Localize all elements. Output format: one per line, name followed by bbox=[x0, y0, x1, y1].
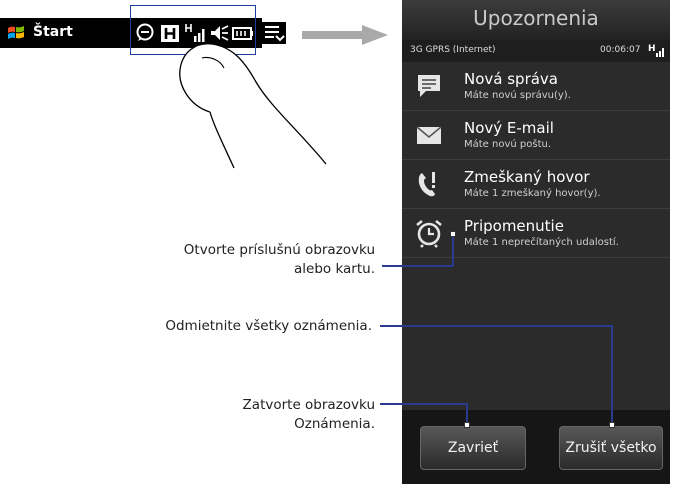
close-button[interactable]: Zavrieť bbox=[420, 426, 526, 470]
callout-close-line1: Zatvorte obrazovku bbox=[242, 397, 375, 413]
svg-text:H: H bbox=[648, 44, 656, 54]
item-subtitle: Máte 1 zmeškaný hovor(y). bbox=[464, 188, 601, 199]
status-row: 3G GPRS (Internet) 00:06:07 H bbox=[402, 40, 670, 62]
missed-call-icon bbox=[418, 172, 435, 197]
leader-line-open-v bbox=[452, 234, 454, 266]
screen-header: Upozornenia bbox=[402, 0, 670, 40]
signal-strength-icon: H bbox=[648, 44, 664, 57]
item-subtitle: Máte 1 neprečítaných udalostí. bbox=[464, 237, 619, 248]
list-item[interactable]: Pripomenutie Máte 1 neprečítaných udalos… bbox=[402, 209, 670, 258]
item-subtitle: Máte novú poštu. bbox=[464, 139, 552, 150]
list-item[interactable]: Zmeškaný hovor Máte 1 zmeškaný hovor(y). bbox=[402, 160, 670, 209]
alarm-clock-icon bbox=[416, 219, 442, 248]
item-title: Pripomenutie bbox=[464, 217, 564, 235]
notification-list: Nová správa Máte novú správu(y). Nový E-… bbox=[402, 62, 670, 258]
callout-open-line2: alebo kartu. bbox=[294, 261, 375, 277]
connection-status: 3G GPRS (Internet) bbox=[410, 45, 496, 55]
item-title: Nová správa bbox=[464, 70, 558, 88]
start-label[interactable]: Štart bbox=[33, 24, 73, 40]
callout-close: Zatvorte obrazovku Oznámenia. bbox=[140, 396, 375, 434]
callout-open-line1: Otvorte príslušnú obrazovku bbox=[183, 242, 375, 258]
callout-dismiss: Odmietnite všetky oznámenia. bbox=[165, 318, 372, 334]
envelope-icon bbox=[416, 126, 442, 144]
list-item[interactable]: Nová správa Máte novú správu(y). bbox=[402, 62, 670, 111]
dismiss-all-button[interactable]: Zrušiť všetko bbox=[559, 426, 663, 470]
leader-line-close-h bbox=[380, 403, 467, 405]
leader-dot-dismiss bbox=[609, 422, 615, 428]
item-title: Zmeškaný hovor bbox=[464, 168, 590, 186]
windows-logo-icon[interactable] bbox=[7, 24, 25, 42]
callout-close-line2: Oznámenia. bbox=[294, 416, 375, 432]
finger-tap-illustration bbox=[179, 43, 327, 169]
message-icon bbox=[418, 75, 440, 97]
arrow-right-icon bbox=[302, 25, 388, 45]
button-bar: Zavrieť Zrušiť všetko bbox=[402, 410, 670, 484]
leader-dot-open bbox=[450, 231, 456, 237]
notifications-screen: Upozornenia 3G GPRS (Internet) 00:06:07 … bbox=[402, 0, 670, 484]
screen-title: Upozornenia bbox=[473, 6, 599, 30]
leader-line-open-h bbox=[382, 265, 453, 267]
item-title: Nový E-mail bbox=[464, 119, 554, 137]
item-subtitle: Máte novú správu(y). bbox=[464, 90, 571, 101]
leader-dot-close bbox=[464, 422, 470, 428]
callout-open: Otvorte príslušnú obrazovku alebo kartu. bbox=[120, 241, 375, 279]
leader-line-dismiss-v bbox=[611, 325, 613, 425]
list-item[interactable]: Nový E-mail Máte novú poštu. bbox=[402, 111, 670, 160]
leader-line-dismiss-h bbox=[380, 325, 612, 327]
connection-timer: 00:06:07 bbox=[600, 45, 641, 55]
